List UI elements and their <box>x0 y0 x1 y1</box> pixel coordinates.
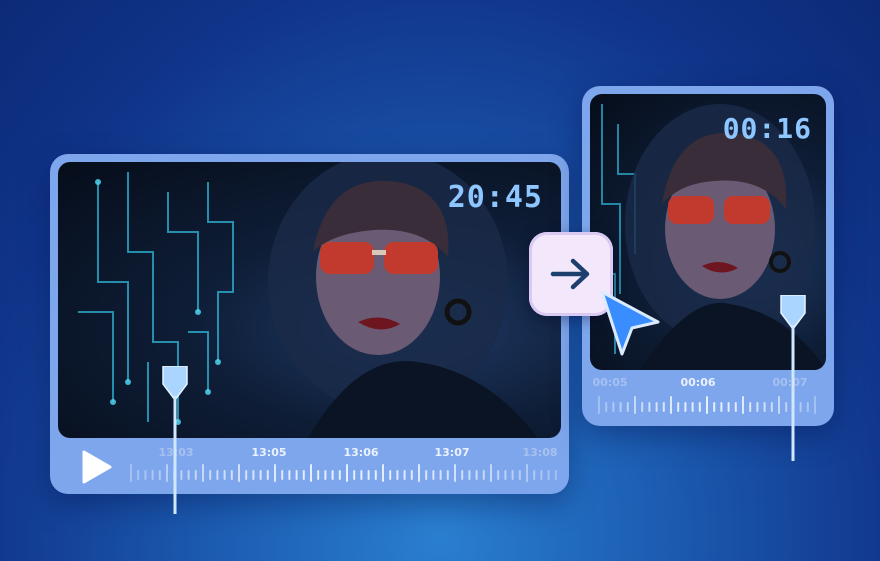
ruler-tick <box>151 470 154 480</box>
ruler-tick <box>475 470 478 480</box>
source-video-player: 20:45 13:03 13:05 13:06 13:07 13:08 <box>50 154 569 494</box>
timeline-label: 13:05 <box>251 446 287 459</box>
timeline-label: 00:05 <box>592 376 628 389</box>
ruler-tick <box>684 402 687 412</box>
ruler-tick <box>749 402 752 412</box>
ruler-tick <box>324 470 327 480</box>
ruler-tick <box>302 470 305 480</box>
ruler-tick <box>814 396 816 414</box>
ruler-tick <box>626 402 629 412</box>
ruler-tick <box>382 464 384 482</box>
play-icon <box>82 450 112 484</box>
ruler-tick <box>468 470 471 480</box>
ruler-tick <box>346 464 348 482</box>
ruler-tick <box>770 402 773 412</box>
ruler-tick <box>720 402 723 412</box>
ruler-tick <box>742 396 744 414</box>
ruler-tick <box>410 470 413 480</box>
ruler-tick <box>259 470 262 480</box>
ruler-tick <box>511 470 514 480</box>
ruler-tick <box>396 470 399 480</box>
ruler-tick <box>331 470 334 480</box>
timeline-label: 00:06 <box>680 376 716 389</box>
ruler-tick <box>504 470 507 480</box>
ruler-tick <box>461 470 464 480</box>
timeline-label: 13:07 <box>434 446 470 459</box>
arrow-right-icon <box>550 258 590 290</box>
timeline-ruler[interactable] <box>128 462 560 488</box>
ruler-tick <box>216 470 219 480</box>
ruler-tick <box>144 470 147 480</box>
ruler-tick <box>374 470 377 480</box>
ruler-tick <box>288 470 291 480</box>
ruler-tick <box>691 402 694 412</box>
ruler-tick <box>641 402 644 412</box>
ruler-tick <box>554 470 557 480</box>
ruler-tick <box>238 464 240 482</box>
timeline-label: 13:08 <box>522 446 558 459</box>
ruler-tick <box>648 402 651 412</box>
video-preview-left[interactable]: 20:45 <box>58 162 561 438</box>
ruler-tick <box>425 470 428 480</box>
ruler-tick <box>727 402 730 412</box>
ruler-tick <box>266 470 269 480</box>
ruler-tick <box>245 470 248 480</box>
ruler-tick <box>230 470 233 480</box>
ruler-tick <box>612 402 615 412</box>
ruler-tick <box>281 470 284 480</box>
ruler-tick <box>360 470 363 480</box>
ruler-tick <box>526 464 528 482</box>
output-timecode: 00:16 <box>722 112 812 145</box>
ruler-tick <box>677 402 680 412</box>
ruler-tick <box>454 464 456 482</box>
ruler-tick <box>533 470 536 480</box>
ruler-tick <box>130 464 132 482</box>
ruler-tick <box>605 402 608 412</box>
ruler-tick <box>634 396 636 414</box>
ruler-tick <box>482 470 485 480</box>
ruler-tick <box>432 470 435 480</box>
ruler-tick <box>310 464 312 482</box>
ruler-tick <box>713 402 716 412</box>
ruler-tick <box>619 402 622 412</box>
ruler-tick <box>389 470 392 480</box>
ruler-tick <box>338 470 341 480</box>
ruler-tick <box>403 470 406 480</box>
ruler-tick <box>202 464 204 482</box>
ruler-tick <box>137 470 140 480</box>
ruler-tick <box>763 402 766 412</box>
ruler-tick <box>490 464 492 482</box>
ruler-tick <box>295 470 298 480</box>
ruler-tick <box>252 470 255 480</box>
ruler-tick <box>662 402 665 412</box>
ruler-tick <box>353 470 356 480</box>
ruler-tick <box>518 470 521 480</box>
ruler-tick <box>598 396 600 414</box>
ruler-tick <box>655 402 658 412</box>
timeline-label: 13:06 <box>343 446 379 459</box>
ruler-tick <box>274 464 276 482</box>
ruler-tick <box>497 470 500 480</box>
ruler-tick <box>734 402 737 412</box>
play-button[interactable] <box>80 450 114 484</box>
ruler-tick <box>418 464 420 482</box>
ruler-tick <box>367 470 370 480</box>
playhead-marker[interactable] <box>160 366 190 516</box>
ruler-tick <box>209 470 212 480</box>
ruler-tick <box>698 402 701 412</box>
ruler-tick <box>670 396 672 414</box>
ruler-tick <box>756 402 759 412</box>
ruler-tick <box>194 470 197 480</box>
ruler-tick <box>706 396 708 414</box>
ruler-tick <box>547 470 550 480</box>
current-timecode: 20:45 <box>447 180 543 215</box>
playhead-marker[interactable] <box>778 295 808 463</box>
cursor-arrow-icon <box>600 290 660 356</box>
ruler-tick <box>446 470 449 480</box>
ruler-tick <box>317 470 320 480</box>
ruler-tick <box>439 470 442 480</box>
ruler-tick <box>223 470 226 480</box>
ruler-tick <box>540 470 543 480</box>
